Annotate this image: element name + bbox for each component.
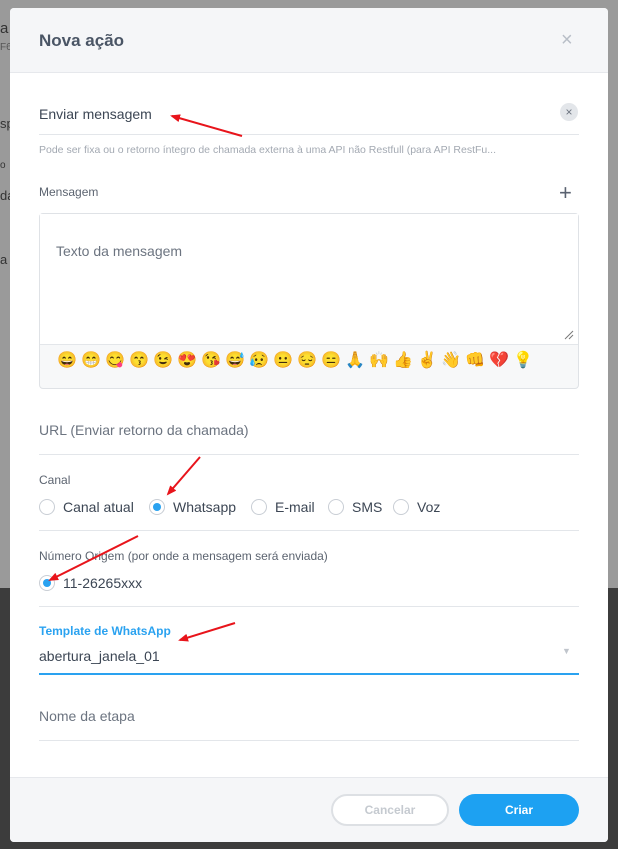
modal-title: Nova ação xyxy=(39,31,125,50)
modal-header: Nova ação × xyxy=(10,8,608,73)
create-button[interactable]: Criar xyxy=(459,794,579,826)
radio-unchecked-icon[interactable] xyxy=(39,499,55,515)
emoji-option[interactable]: 😁 xyxy=(81,351,101,371)
clear-icon[interactable]: × xyxy=(560,103,578,121)
emoji-option[interactable]: 👍 xyxy=(393,351,413,371)
emoji-option[interactable]: 💔 xyxy=(489,351,509,371)
emoji-option[interactable]: 👊 xyxy=(465,351,485,371)
emoji-option[interactable]: 😘 xyxy=(201,351,221,371)
radio-option[interactable]: Canal atual xyxy=(39,499,134,515)
radio-option[interactable]: E-mail xyxy=(251,499,315,515)
emoji-picker-row: 😄 😁 😋 😙 😉 😍 😘 😅 😥 😐 😔 😑 🙏 🙌 👍 ✌ 👋 👊 💔 💡 xyxy=(57,351,533,371)
radio-checked-icon[interactable] xyxy=(39,575,55,591)
radio-unchecked-icon[interactable] xyxy=(393,499,409,515)
origin-number-label: Número Origem (por onde a mensagem será … xyxy=(39,549,328,563)
message-box: Texto da mensagem 😄 😁 😋 😙 😉 😍 😘 😅 😥 😐 😔 😑 🙏 🙌 👍 ✌ 👋 👊 💔 💡 xyxy=(39,213,579,389)
add-message-icon[interactable]: + xyxy=(559,182,572,204)
radio-label: E-mail xyxy=(275,499,315,515)
radio-checked-icon[interactable] xyxy=(149,499,165,515)
close-icon[interactable]: × xyxy=(561,29,573,52)
new-action-modal: Nova ação × Enviar mensagem × Pode ser f… xyxy=(10,8,608,842)
radio-label: Whatsapp xyxy=(173,499,237,515)
emoji-option[interactable]: 💡 xyxy=(513,351,533,371)
action-select-value[interactable]: Enviar mensagem xyxy=(39,106,152,122)
emoji-option[interactable]: 😐 xyxy=(273,351,293,371)
radio-label: SMS xyxy=(352,499,383,515)
url-input[interactable]: URL (Enviar retorno da chamada) xyxy=(39,422,249,438)
emoji-option[interactable]: 🙌 xyxy=(369,351,389,371)
step-name-underline xyxy=(39,740,579,741)
radio-label: 11-26265xxx xyxy=(63,575,143,591)
radio-unchecked-icon[interactable] xyxy=(251,499,267,515)
radio-label: Canal atual xyxy=(63,499,134,515)
message-placeholder: Texto da mensagem xyxy=(56,243,183,259)
emoji-option[interactable]: 😥 xyxy=(249,351,269,371)
emoji-option[interactable]: 😉 xyxy=(153,351,173,371)
radio-option[interactable]: Whatsapp xyxy=(149,499,236,515)
background-text-fragment: a xyxy=(0,20,9,37)
action-field-underline xyxy=(39,134,579,135)
emoji-option[interactable]: 😄 xyxy=(57,351,77,371)
radio-label: Voz xyxy=(417,499,441,515)
whatsapp-template-label: Template de WhatsApp xyxy=(39,624,171,638)
background-text-fragment: a xyxy=(0,252,8,267)
action-field-hint: Pode ser fixa ou o retorno íntegro de ch… xyxy=(39,144,497,156)
emoji-option[interactable]: 🙏 xyxy=(345,351,365,371)
emoji-option[interactable]: 👋 xyxy=(441,351,461,371)
emoji-option[interactable]: ✌ xyxy=(417,351,437,371)
channel-underline xyxy=(39,530,579,531)
channel-label: Canal xyxy=(39,473,71,487)
background-text-fragment: o xyxy=(0,160,6,171)
emoji-option[interactable]: 😍 xyxy=(177,351,197,371)
radio-option[interactable]: Voz xyxy=(393,499,440,515)
whatsapp-template-underline xyxy=(39,673,579,675)
modal-footer: Cancelar Criar xyxy=(10,777,608,842)
radio-option[interactable]: SMS xyxy=(328,499,382,515)
message-label: Mensagem xyxy=(39,185,99,199)
radio-unchecked-icon[interactable] xyxy=(328,499,344,515)
emoji-option[interactable]: 😋 xyxy=(105,351,125,371)
step-name-input[interactable]: Nome da etapa xyxy=(39,708,135,724)
radio-option[interactable]: 11-26265xxx xyxy=(39,575,142,591)
emoji-option[interactable]: 😅 xyxy=(225,351,245,371)
url-field-underline xyxy=(39,454,579,455)
whatsapp-template-select[interactable]: abertura_janela_01 xyxy=(39,648,160,664)
resize-grip-icon[interactable] xyxy=(564,330,574,340)
emoji-option[interactable]: 😙 xyxy=(129,351,149,371)
message-textarea[interactable]: Texto da mensagem xyxy=(40,214,578,345)
cancel-button[interactable]: Cancelar xyxy=(331,794,449,826)
origin-underline xyxy=(39,606,579,607)
chevron-down-icon[interactable]: ▼ xyxy=(562,646,571,656)
emoji-option[interactable]: 😑 xyxy=(321,351,341,371)
emoji-option[interactable]: 😔 xyxy=(297,351,317,371)
